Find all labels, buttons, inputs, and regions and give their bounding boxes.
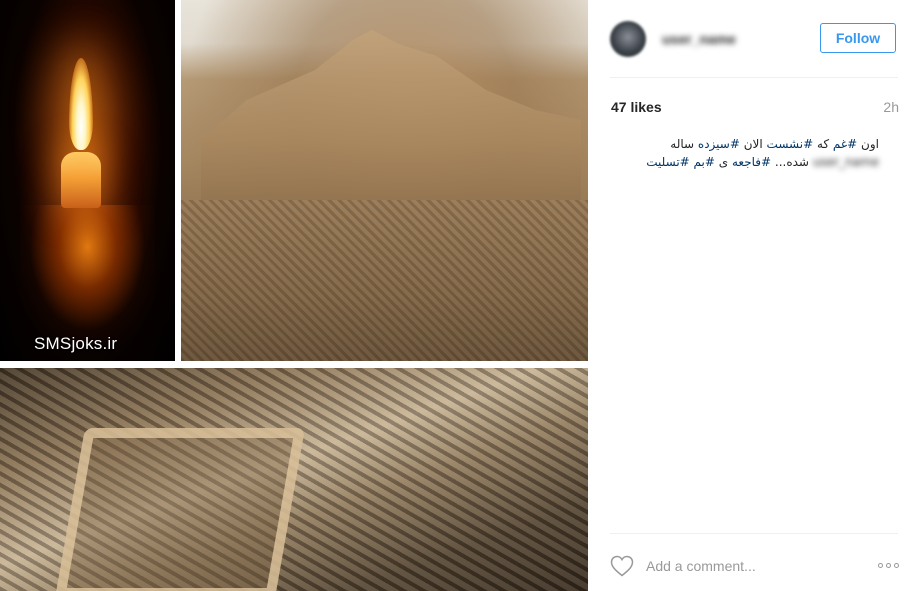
hashtag-link[interactable]: #سیزده bbox=[698, 137, 740, 151]
aerial-fort bbox=[55, 428, 305, 591]
avatar[interactable] bbox=[610, 21, 646, 57]
post-header: user_name Follow bbox=[588, 0, 921, 77]
mention-link[interactable]: user_name bbox=[813, 153, 879, 171]
hashtag-link[interactable]: #تسلیت bbox=[646, 155, 689, 169]
username-link[interactable]: user_name bbox=[662, 31, 736, 47]
comment-input[interactable]: Add a comment... bbox=[646, 558, 756, 574]
post-details-panel: user_name Follow 47 likes 2h اون #غم که … bbox=[588, 0, 921, 591]
caption-text: که bbox=[813, 137, 833, 151]
caption-text: ی bbox=[714, 155, 732, 169]
hashtag-link[interactable]: #نشست bbox=[767, 137, 814, 151]
candle-flame bbox=[69, 58, 93, 150]
candle bbox=[61, 152, 101, 208]
aerial-citadel-image bbox=[0, 368, 588, 591]
post-media[interactable]: SMSjoks.ir bbox=[0, 0, 588, 591]
post-timestamp[interactable]: 2h bbox=[883, 99, 899, 115]
post-caption: اون #غم که #نشست الان #سیزده ساله user_n… bbox=[608, 135, 879, 171]
caption-text: شده... bbox=[771, 155, 813, 169]
candle-reflection bbox=[20, 205, 155, 345]
caption-text: ساله bbox=[670, 137, 698, 151]
follow-button[interactable]: Follow bbox=[820, 23, 896, 53]
citadel-ruins-image bbox=[181, 0, 588, 361]
watermark-text: SMSjoks.ir bbox=[34, 334, 118, 353]
heart-icon[interactable] bbox=[610, 555, 634, 577]
dot-icon bbox=[878, 563, 883, 568]
more-options-icon[interactable] bbox=[878, 563, 899, 568]
caption-text: الان bbox=[739, 137, 767, 151]
hashtag-link[interactable]: #غم bbox=[833, 137, 857, 151]
hashtag-link[interactable]: #فاجعه bbox=[732, 155, 771, 169]
header-divider bbox=[610, 77, 898, 78]
likes-count[interactable]: 47 likes bbox=[611, 99, 662, 115]
dot-icon bbox=[886, 563, 891, 568]
caption-text: اون bbox=[857, 137, 879, 151]
ruins-hill bbox=[201, 30, 581, 220]
candle-image: SMSjoks.ir bbox=[0, 0, 175, 361]
hashtag-link[interactable]: #بم bbox=[694, 155, 715, 169]
comment-bar: Add a comment... bbox=[588, 533, 921, 591]
dot-icon bbox=[894, 563, 899, 568]
ruins-rubble bbox=[181, 200, 588, 361]
